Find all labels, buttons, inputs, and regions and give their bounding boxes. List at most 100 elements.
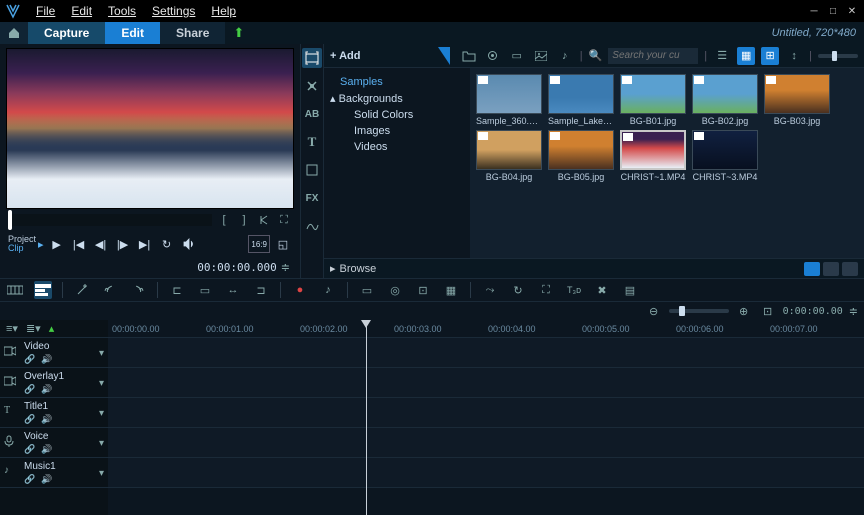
record-button[interactable]: ● — [291, 281, 309, 299]
library-thumb[interactable]: BG-B02.jpg — [692, 74, 758, 126]
zoom-out-button[interactable]: ⊖ — [645, 302, 663, 320]
menu-settings[interactable]: Settings — [144, 4, 203, 18]
library-thumb[interactable]: Sample_360.mp4 — [476, 74, 542, 126]
play-button[interactable]: ▶ — [48, 235, 66, 253]
view-thumb-icon[interactable]: ▦ — [737, 47, 755, 65]
go-start-button[interactable]: |◀ — [70, 235, 88, 253]
favorite-corner-icon[interactable] — [438, 47, 450, 65]
zoom-slider[interactable] — [669, 309, 729, 313]
import-folder-icon[interactable] — [460, 47, 478, 65]
timeline-view-button[interactable] — [34, 281, 52, 299]
split-icon[interactable] — [256, 212, 272, 228]
filter-audio-icon[interactable]: ♪ — [556, 47, 574, 65]
path-panel-button[interactable] — [302, 216, 322, 236]
track-area[interactable]: 00:00:00.0000:00:01.0000:00:02.0000:00:0… — [108, 320, 864, 515]
mode-caret-icon[interactable]: ▸ — [38, 238, 44, 251]
view-list-icon[interactable]: ☰ — [713, 47, 731, 65]
tree-samples[interactable]: Samples — [328, 74, 466, 90]
track-header[interactable]: Voice🔗🔊▾ — [0, 428, 108, 458]
maximize-button[interactable]: □ — [825, 4, 841, 18]
next-frame-button[interactable]: |▶ — [114, 235, 132, 253]
tool-8[interactable]: ⊡ — [414, 281, 432, 299]
library-thumb[interactable]: BG-B05.jpg — [548, 130, 614, 182]
tool-12[interactable]: ⛶ — [537, 281, 555, 299]
preview-viewport[interactable] — [6, 48, 294, 209]
menu-edit[interactable]: Edit — [63, 4, 100, 18]
track-expand-icon[interactable]: ▾ — [99, 438, 104, 449]
track-expand-icon[interactable]: ▾ — [99, 468, 104, 479]
track-visible-icon[interactable]: ▴ — [49, 322, 55, 335]
thumb-size-slider[interactable] — [818, 54, 858, 58]
track-mute-icon[interactable]: 🔊 — [41, 444, 52, 455]
prev-frame-button[interactable]: ◀| — [92, 235, 110, 253]
library-thumb[interactable]: BG-B03.jpg — [764, 74, 830, 126]
tree-solid-colors[interactable]: Solid Colors — [328, 107, 466, 123]
menu-tools[interactable]: Tools — [100, 4, 144, 18]
close-button[interactable]: ✕ — [844, 4, 860, 18]
mark-out-icon[interactable]: ] — [236, 212, 252, 228]
track-expand-icon[interactable]: ▾ — [99, 408, 104, 419]
options-panel-chip-3[interactable] — [842, 262, 858, 276]
track-mute-icon[interactable]: 🔊 — [41, 354, 52, 365]
expand-icon[interactable]: ⛶ — [276, 212, 292, 228]
track-menu-icon[interactable]: ≡▾ — [6, 322, 18, 335]
options-panel-chip[interactable] — [804, 262, 820, 276]
tool-7[interactable]: ◎ — [386, 281, 404, 299]
track-expand-icon[interactable]: ▾ — [99, 348, 104, 359]
tool-2[interactable]: ▭ — [196, 281, 214, 299]
tool-1[interactable]: ⊏ — [168, 281, 186, 299]
track-link-icon[interactable]: 🔗 — [24, 414, 35, 425]
menu-help[interactable]: Help — [203, 4, 244, 18]
menu-file[interactable]: File — [28, 4, 63, 18]
tab-capture[interactable]: Capture — [28, 22, 105, 44]
library-thumb[interactable]: Sample_Lake.m.. — [548, 74, 614, 126]
track-link-icon[interactable]: 🔗 — [24, 384, 35, 395]
browse-collapse-icon[interactable]: ▸ — [330, 262, 336, 275]
resize-preview-button[interactable]: ◱ — [274, 235, 292, 253]
track-header[interactable]: Overlay1🔗🔊▾ — [0, 368, 108, 398]
title-panel-button[interactable]: T — [302, 132, 322, 152]
tree-videos[interactable]: Videos — [328, 139, 466, 155]
redo-button[interactable] — [129, 281, 147, 299]
gear-icon[interactable] — [484, 47, 502, 65]
track-mute-icon[interactable]: 🔊 — [41, 384, 52, 395]
upload-icon[interactable]: ⬆ — [233, 25, 244, 41]
track-link-icon[interactable]: 🔗 — [24, 354, 35, 365]
tool-11[interactable]: ↻ — [509, 281, 527, 299]
tool-5[interactable]: ♪ — [319, 281, 337, 299]
tool-4[interactable]: ⊐ — [252, 281, 270, 299]
minimize-button[interactable]: ─ — [806, 4, 822, 18]
library-thumb[interactable]: CHRIST~1.MP4 — [620, 130, 686, 182]
library-thumb[interactable]: BG-B04.jpg — [476, 130, 542, 182]
loop-button[interactable]: ↻ — [158, 235, 176, 253]
timecode-stepper-icon[interactable]: ≑ — [281, 261, 290, 274]
tab-edit[interactable]: Edit — [105, 22, 160, 44]
volume-button[interactable] — [180, 235, 198, 253]
zoom-stepper-icon[interactable]: ≑ — [849, 305, 858, 318]
track-row[interactable] — [108, 338, 864, 368]
tool-9[interactable]: ▦ — [442, 281, 460, 299]
track-link-icon[interactable]: 🔗 — [24, 444, 35, 455]
browse-label[interactable]: Browse — [340, 263, 377, 275]
mark-in-icon[interactable]: [ — [216, 212, 232, 228]
track-mute-icon[interactable]: 🔊 — [41, 414, 52, 425]
library-thumb[interactable]: BG-B01.jpg — [620, 74, 686, 126]
undo-button[interactable] — [101, 281, 119, 299]
tool-3[interactable]: ↔ — [224, 281, 242, 299]
graphic-panel-button[interactable] — [302, 160, 322, 180]
tree-images[interactable]: Images — [328, 123, 466, 139]
track-row[interactable] — [108, 428, 864, 458]
filter-image-icon[interactable] — [532, 47, 550, 65]
library-thumb[interactable]: CHRIST~3.MP4 — [692, 130, 758, 182]
track-header[interactable]: ♪Music1🔗🔊▾ — [0, 458, 108, 488]
tool-6[interactable]: ▭ — [358, 281, 376, 299]
tool-10[interactable]: ⤳ — [481, 281, 499, 299]
go-end-button[interactable]: ▶| — [136, 235, 154, 253]
filter-video-icon[interactable]: ▭ — [508, 47, 526, 65]
zoom-fit-button[interactable]: ⊡ — [759, 302, 777, 320]
media-panel-button[interactable] — [302, 48, 322, 68]
view-grid-icon[interactable]: ⊞ — [761, 47, 779, 65]
tool-3d[interactable]: T₃ᴅ — [565, 281, 583, 299]
tool-14[interactable]: ▤ — [621, 281, 639, 299]
transition-panel-button[interactable]: AB — [302, 104, 322, 124]
